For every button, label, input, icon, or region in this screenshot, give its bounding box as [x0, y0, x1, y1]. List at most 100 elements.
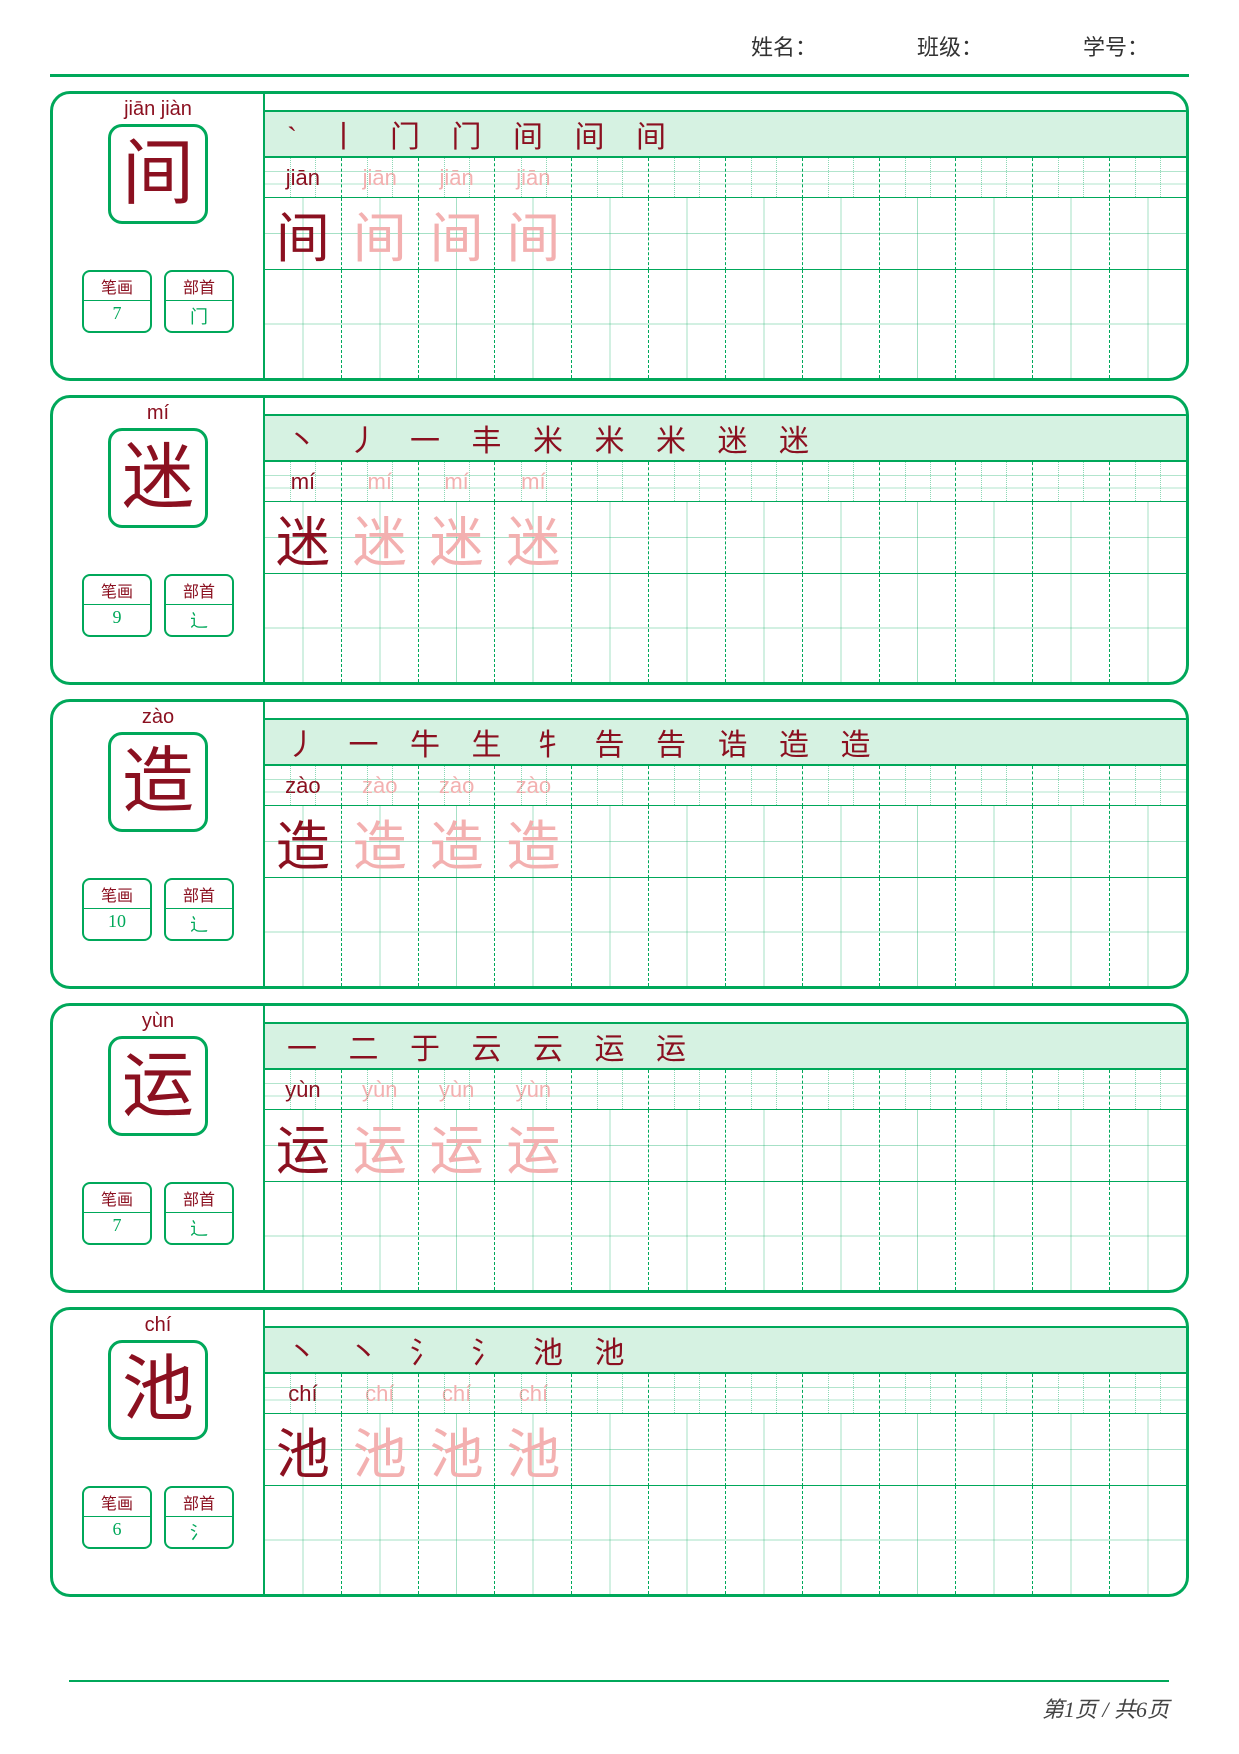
cell[interactable]	[572, 198, 649, 270]
cell[interactable]: 迷	[495, 502, 572, 574]
cell[interactable]: 迷	[265, 502, 342, 574]
cell[interactable]	[726, 158, 803, 198]
cell[interactable]	[1033, 806, 1110, 878]
cell[interactable]	[956, 1486, 1033, 1594]
cell[interactable]	[265, 1182, 342, 1290]
cell[interactable]	[342, 574, 419, 682]
cell[interactable]	[495, 1182, 572, 1290]
cell[interactable]	[1033, 462, 1110, 502]
cell[interactable]	[1110, 1374, 1186, 1414]
cell[interactable]: 池	[419, 1414, 496, 1486]
cell[interactable]	[1110, 878, 1186, 986]
cell[interactable]	[880, 878, 957, 986]
cell[interactable]	[956, 1070, 1033, 1110]
cell[interactable]	[726, 878, 803, 986]
cell[interactable]	[880, 198, 957, 270]
cell[interactable]: 运	[342, 1110, 419, 1182]
cell[interactable]: chí	[419, 1374, 496, 1414]
cell[interactable]	[419, 574, 496, 682]
cell[interactable]	[880, 502, 957, 574]
cell[interactable]	[649, 1182, 726, 1290]
cell[interactable]	[880, 462, 957, 502]
cell[interactable]	[1110, 1414, 1186, 1486]
cell[interactable]	[956, 1374, 1033, 1414]
cell[interactable]: 迷	[419, 502, 496, 574]
cell[interactable]: jiān	[495, 158, 572, 198]
cell[interactable]	[956, 766, 1033, 806]
cell[interactable]	[956, 878, 1033, 986]
cell[interactable]: 运	[419, 1110, 496, 1182]
cell[interactable]	[572, 574, 649, 682]
cell[interactable]	[495, 270, 572, 378]
cell[interactable]: yùn	[342, 1070, 419, 1110]
cell[interactable]	[803, 1110, 880, 1182]
cell[interactable]: zào	[495, 766, 572, 806]
name-field[interactable]: 姓名：	[751, 30, 817, 62]
cell[interactable]	[649, 502, 726, 574]
cell[interactable]	[1110, 462, 1186, 502]
cell[interactable]	[1033, 1182, 1110, 1290]
cell[interactable]	[1110, 158, 1186, 198]
cell[interactable]	[649, 1374, 726, 1414]
cell[interactable]	[1033, 1110, 1110, 1182]
cell[interactable]	[1033, 158, 1110, 198]
cell[interactable]	[265, 878, 342, 986]
cell[interactable]: 运	[265, 1110, 342, 1182]
cell[interactable]	[1033, 1070, 1110, 1110]
cell[interactable]	[1033, 502, 1110, 574]
cell[interactable]	[726, 502, 803, 574]
cell[interactable]	[880, 806, 957, 878]
cell[interactable]: mí	[265, 462, 342, 502]
cell[interactable]	[1033, 1414, 1110, 1486]
cell[interactable]: zào	[265, 766, 342, 806]
cell[interactable]	[726, 1070, 803, 1110]
cell[interactable]: 间	[342, 198, 419, 270]
cell[interactable]	[419, 1182, 496, 1290]
cell[interactable]	[803, 158, 880, 198]
cell[interactable]	[1110, 502, 1186, 574]
cell[interactable]	[649, 1070, 726, 1110]
cell[interactable]: mí	[495, 462, 572, 502]
cell[interactable]	[803, 1182, 880, 1290]
cell[interactable]	[880, 574, 957, 682]
cell[interactable]	[956, 1182, 1033, 1290]
cell[interactable]	[803, 806, 880, 878]
cell[interactable]	[649, 198, 726, 270]
cell[interactable]	[1110, 1110, 1186, 1182]
cell[interactable]	[803, 1374, 880, 1414]
cell[interactable]	[726, 1110, 803, 1182]
cell[interactable]	[1110, 1182, 1186, 1290]
cell[interactable]	[803, 270, 880, 378]
cell[interactable]	[956, 806, 1033, 878]
cell[interactable]: 池	[265, 1414, 342, 1486]
cell[interactable]	[265, 574, 342, 682]
cell[interactable]	[572, 1182, 649, 1290]
cell[interactable]	[726, 1182, 803, 1290]
cell[interactable]	[880, 1182, 957, 1290]
cell[interactable]	[572, 462, 649, 502]
cell[interactable]: chí	[495, 1374, 572, 1414]
cell[interactable]: mí	[419, 462, 496, 502]
cell[interactable]: 运	[495, 1110, 572, 1182]
cell[interactable]	[880, 270, 957, 378]
cell[interactable]	[1110, 1070, 1186, 1110]
cell[interactable]: 造	[265, 806, 342, 878]
cell[interactable]	[572, 1110, 649, 1182]
cell[interactable]	[572, 766, 649, 806]
cell[interactable]: 间	[265, 198, 342, 270]
class-field[interactable]: 班级：	[917, 30, 983, 62]
id-field[interactable]: 学号：	[1083, 30, 1149, 62]
cell[interactable]	[726, 198, 803, 270]
cell[interactable]: 池	[495, 1414, 572, 1486]
cell[interactable]	[726, 766, 803, 806]
cell[interactable]	[803, 574, 880, 682]
cell[interactable]	[649, 1486, 726, 1594]
cell[interactable]	[803, 1070, 880, 1110]
cell[interactable]	[649, 766, 726, 806]
cell[interactable]	[572, 1486, 649, 1594]
cell[interactable]	[880, 158, 957, 198]
cell[interactable]	[1110, 806, 1186, 878]
cell[interactable]: zào	[419, 766, 496, 806]
cell[interactable]	[803, 1414, 880, 1486]
cell[interactable]: jiān	[342, 158, 419, 198]
